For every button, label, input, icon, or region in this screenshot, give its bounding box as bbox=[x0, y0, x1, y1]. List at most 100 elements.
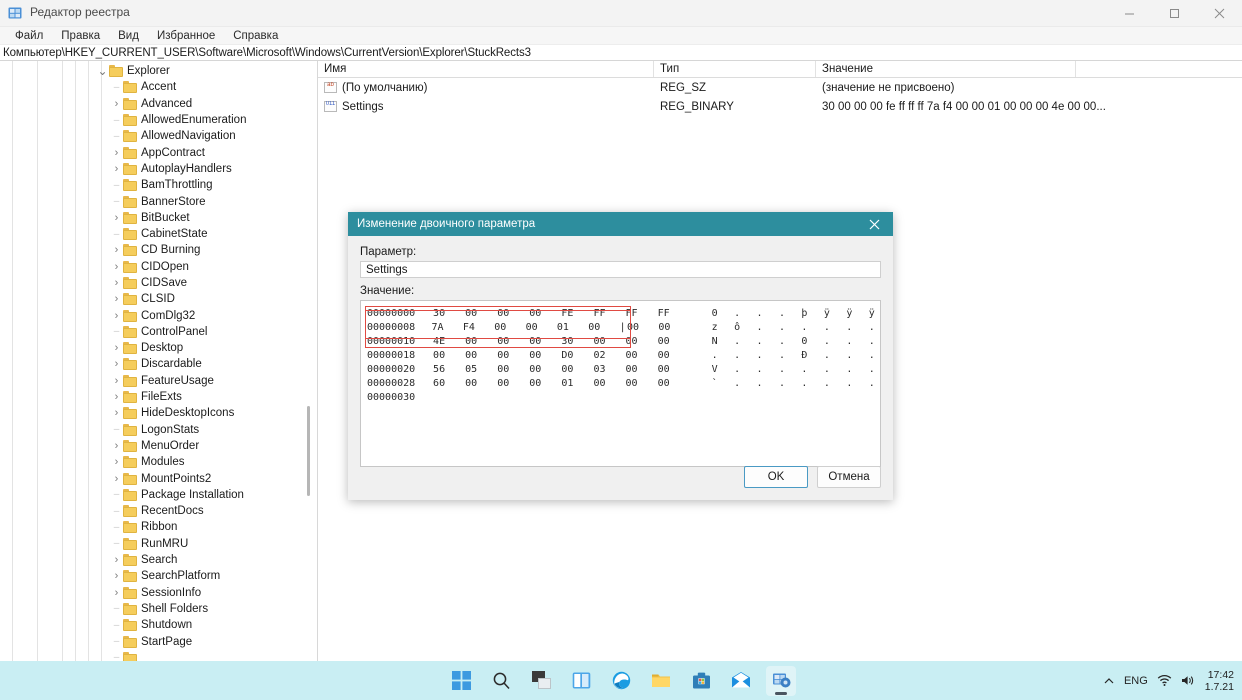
mail-icon[interactable] bbox=[726, 666, 756, 696]
chevron-right-icon[interactable]: › bbox=[110, 456, 123, 468]
chevron-right-icon[interactable]: › bbox=[110, 473, 123, 485]
hex-byte[interactable]: 00 bbox=[497, 378, 529, 389]
hex-byte[interactable]: 56 bbox=[433, 364, 465, 375]
hex-byte[interactable]: 00 bbox=[626, 378, 658, 389]
minimize-button[interactable] bbox=[1107, 0, 1152, 27]
hex-byte[interactable]: 60 bbox=[433, 378, 465, 389]
chevron-right-icon[interactable]: › bbox=[110, 212, 123, 224]
speaker-icon[interactable] bbox=[1181, 674, 1196, 687]
hex-byte[interactable]: 00 bbox=[561, 364, 593, 375]
hex-byte[interactable]: 00 bbox=[465, 308, 497, 319]
hex-byte[interactable]: 01 bbox=[561, 378, 593, 389]
tree-item[interactable]: – StartPage bbox=[0, 633, 317, 649]
hex-byte[interactable]: 00 bbox=[465, 378, 497, 389]
hex-byte[interactable]: 30 bbox=[433, 308, 465, 319]
tree-item[interactable]: – BannerStore bbox=[0, 193, 317, 209]
chevron-right-icon[interactable]: › bbox=[110, 98, 123, 110]
ok-button[interactable]: OK bbox=[744, 466, 808, 488]
hex-byte[interactable]: FF bbox=[658, 308, 690, 319]
hex-byte[interactable]: 00 bbox=[626, 336, 658, 347]
task-view-icon[interactable] bbox=[526, 666, 556, 696]
hex-byte[interactable]: 4E bbox=[433, 336, 465, 347]
tree-item[interactable]: – Package Installation bbox=[0, 487, 317, 503]
tree-item[interactable]: – Accent bbox=[0, 79, 317, 95]
hex-byte[interactable]: 02 bbox=[593, 350, 625, 361]
tree-item[interactable]: ⌄ Explorer bbox=[0, 63, 317, 79]
tree-item[interactable]: – RecentDocs bbox=[0, 503, 317, 519]
hex-byte[interactable]: 00 bbox=[526, 322, 557, 333]
hex-byte[interactable]: 00 bbox=[588, 322, 619, 333]
language-indicator[interactable]: ENG bbox=[1124, 675, 1148, 687]
tree-item[interactable]: › MountPoints2 bbox=[0, 470, 317, 486]
chevron-right-icon[interactable]: › bbox=[110, 587, 123, 599]
hex-byte[interactable]: 00 bbox=[658, 336, 690, 347]
hex-byte[interactable]: 00 bbox=[529, 308, 561, 319]
tree-item[interactable]: › Discardable bbox=[0, 356, 317, 372]
tree-scrollbar-thumb[interactable] bbox=[307, 406, 310, 496]
hex-byte[interactable]: 00 bbox=[497, 308, 529, 319]
hex-editor[interactable]: 00000000 30 00 00 00 FE FF FF FF 0 . . . þ ÿ ÿ ÿ0… bbox=[360, 300, 881, 467]
hex-byte[interactable]: 00 bbox=[529, 378, 561, 389]
hex-row[interactable]: 00000008 7A F4 00 00 01 00 | 00 00 z ô . . . . . . bbox=[361, 320, 880, 334]
chevron-right-icon[interactable]: › bbox=[110, 293, 123, 305]
address-bar[interactable]: Компьютер\HKEY_CURRENT_USER\Software\Mic… bbox=[0, 45, 1242, 61]
tree-item[interactable]: › CIDOpen bbox=[0, 259, 317, 275]
cancel-button[interactable]: Отмена bbox=[817, 466, 881, 488]
hex-row[interactable]: 00000030 bbox=[361, 390, 880, 404]
hex-byte[interactable]: 00 bbox=[497, 350, 529, 361]
tree-item[interactable]: – Shutdown bbox=[0, 617, 317, 633]
widgets-icon[interactable] bbox=[566, 666, 596, 696]
hex-byte[interactable]: D0 bbox=[561, 350, 593, 361]
close-button[interactable] bbox=[1197, 0, 1242, 27]
menu-item-help[interactable]: Справка bbox=[224, 29, 287, 43]
wifi-icon[interactable] bbox=[1157, 674, 1172, 687]
tree-item[interactable]: › MenuOrder bbox=[0, 438, 317, 454]
registry-tree-pane[interactable]: ⌄ Explorer – Accent › Advanced – AllowedEnumera… bbox=[0, 61, 318, 661]
hex-byte[interactable]: 00 bbox=[658, 378, 690, 389]
tree-item[interactable]: – ControlPanel bbox=[0, 324, 317, 340]
hex-row[interactable]: 00000010 4E 00 00 00 30 00 00 00 N . . . 0 . . . bbox=[361, 334, 880, 348]
hex-byte[interactable]: FF bbox=[593, 308, 625, 319]
tree-item[interactable]: › Advanced bbox=[0, 96, 317, 112]
tree-item[interactable]: – Shell Folders bbox=[0, 601, 317, 617]
hex-byte[interactable]: 00 bbox=[658, 322, 689, 333]
menu-item-edit[interactable]: Правка bbox=[52, 29, 109, 43]
tree-item[interactable]: › AppContract bbox=[0, 144, 317, 160]
chevron-right-icon[interactable]: › bbox=[110, 310, 123, 322]
table-row[interactable]: 011 Settings REG_BINARY 30 00 00 00 fe ff f… bbox=[318, 97, 1242, 116]
chevron-right-icon[interactable]: › bbox=[110, 407, 123, 419]
menu-item-file[interactable]: Файл bbox=[6, 29, 52, 43]
file-explorer-icon[interactable] bbox=[646, 666, 676, 696]
hex-byte[interactable]: FF bbox=[626, 308, 658, 319]
tree-item[interactable]: › Search bbox=[0, 552, 317, 568]
edge-icon[interactable] bbox=[606, 666, 636, 696]
column-header-value[interactable]: Значение bbox=[816, 61, 1076, 77]
tree-item[interactable]: › CLSID bbox=[0, 291, 317, 307]
chevron-right-icon[interactable]: › bbox=[110, 147, 123, 159]
hex-byte[interactable]: 00 bbox=[529, 336, 561, 347]
tree-item[interactable]: – AllowedEnumeration bbox=[0, 112, 317, 128]
chevron-right-icon[interactable]: › bbox=[110, 244, 123, 256]
tree-item[interactable]: › SearchPlatform bbox=[0, 568, 317, 584]
hex-byte[interactable]: 00 bbox=[497, 336, 529, 347]
column-header-type[interactable]: Тип bbox=[654, 61, 816, 77]
tree-item[interactable]: › FileExts bbox=[0, 389, 317, 405]
chevron-right-icon[interactable]: › bbox=[110, 391, 123, 403]
parameter-name-input[interactable]: Settings bbox=[360, 261, 881, 278]
chevron-right-icon[interactable]: › bbox=[110, 261, 123, 273]
tree-item[interactable]: › BitBucket bbox=[0, 210, 317, 226]
hex-byte[interactable]: 7A bbox=[432, 322, 463, 333]
tree-item[interactable]: › AutoplayHandlers bbox=[0, 161, 317, 177]
column-header-name[interactable]: Имя bbox=[318, 61, 654, 77]
tree-item[interactable]: › SessionInfo bbox=[0, 585, 317, 601]
search-icon[interactable] bbox=[486, 666, 516, 696]
table-row[interactable]: ab (По умолчанию) REG_SZ (значение не присв… bbox=[318, 78, 1242, 97]
tree-item[interactable]: – AllowedNavigation bbox=[0, 128, 317, 144]
hex-byte[interactable]: 00 bbox=[593, 378, 625, 389]
chevron-down-icon[interactable]: ⌄ bbox=[96, 64, 109, 78]
tree-item[interactable]: – BamThrottling bbox=[0, 177, 317, 193]
hex-byte[interactable]: 00 bbox=[529, 350, 561, 361]
tree-item[interactable]: – Ribbon bbox=[0, 519, 317, 535]
tree-item[interactable]: – CabinetState bbox=[0, 226, 317, 242]
menu-item-favorites[interactable]: Избранное bbox=[148, 29, 224, 43]
